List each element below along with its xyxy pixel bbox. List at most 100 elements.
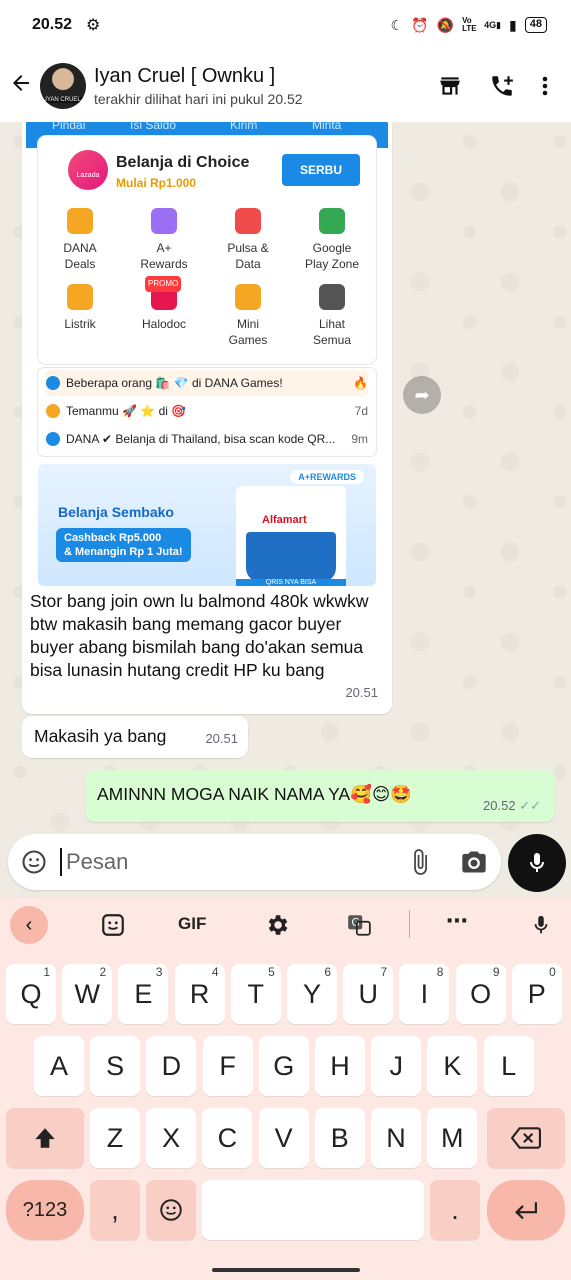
store-icon[interactable] (437, 73, 463, 99)
key-r[interactable]: R4 (174, 964, 225, 1024)
backspace-key[interactable] (487, 1108, 565, 1168)
input-bar (0, 832, 571, 894)
key-c[interactable]: C (202, 1108, 253, 1168)
message-input[interactable] (60, 848, 380, 876)
service-label: Deals (64, 257, 96, 271)
contact-name: Iyan Cruel [ Ownku ] (94, 65, 276, 87)
service-item: Listrik (38, 284, 122, 348)
key-a[interactable]: A (34, 1036, 84, 1096)
chat-area[interactable]: Pindai Isi Saldo Kirim Minta Lazada CHOI… (0, 122, 571, 832)
emoji-key[interactable] (146, 1180, 196, 1240)
backspace-icon (510, 1127, 541, 1149)
incoming-message[interactable]: Makasih ya bang 20.51 (22, 716, 248, 758)
contact-info[interactable]: Iyan Cruel [ Ownku ] terakhir dilihat ha… (94, 65, 437, 107)
camera-icon[interactable] (460, 848, 488, 881)
more-vert-icon[interactable] (541, 73, 549, 99)
key-l[interactable]: L (483, 1036, 534, 1096)
signal-icon: 4G▮ (484, 19, 502, 30)
keyboard: ‹ GIF G ⋯ Q1W2E3R4T5Y6U7I8O9P0ASDFGHJKLZ… (0, 898, 571, 1280)
key-b[interactable]: B (314, 1108, 365, 1168)
sembako-banner: A+REWARDS Belanja Sembako Cashback Rp5.0… (38, 464, 376, 586)
key-t[interactable]: T5 (230, 964, 281, 1024)
forward-icon[interactable]: ➦ (403, 376, 441, 414)
key-x[interactable]: X (146, 1108, 197, 1168)
key-k[interactable]: K (427, 1036, 478, 1096)
key-v[interactable]: V (258, 1108, 309, 1168)
service-item: DANA Deals (38, 208, 122, 272)
clock: 20.52 (32, 16, 73, 33)
back-arrow-icon[interactable] (2, 71, 40, 102)
service-label: Halodoc (141, 317, 187, 331)
key-s[interactable]: S (90, 1036, 141, 1096)
service-item: Mini Games (206, 284, 290, 348)
sticker-keyboard-icon[interactable] (100, 912, 126, 943)
add-call-icon[interactable] (489, 73, 515, 99)
space-key[interactable] (202, 1180, 424, 1240)
home-indicator (212, 1268, 360, 1272)
avatar[interactable] (40, 63, 86, 109)
toolbar-divider (409, 910, 410, 938)
shift-icon (35, 1128, 55, 1148)
status-bar: 20.52 ⚙ ☾ ⏰ 🔕 Vo LTE 4G▮ ▮ 48 (0, 0, 571, 50)
key-j[interactable]: J (371, 1036, 422, 1096)
image-message-bubble[interactable]: Pindai Isi Saldo Kirim Minta Lazada CHOI… (22, 122, 392, 714)
key-u[interactable]: U7 (343, 964, 394, 1024)
service-icon (67, 208, 93, 234)
keyboard-toolbar: ‹ GIF G ⋯ (0, 898, 571, 952)
enter-key[interactable] (487, 1180, 565, 1240)
key-h[interactable]: H (315, 1036, 365, 1096)
key-y[interactable]: Y6 (287, 964, 337, 1024)
symbols-key[interactable]: ?123 (6, 1180, 84, 1240)
translate-icon[interactable]: G (346, 912, 372, 943)
outgoing-message[interactable]: AMINNN MOGA NAIK NAMA YA🥰😊🤩 20.52 ✓✓ (85, 770, 555, 822)
settings-gear-icon[interactable] (264, 912, 290, 943)
voice-record-button[interactable] (508, 834, 566, 892)
attach-icon[interactable] (406, 848, 434, 881)
key-m[interactable]: M (427, 1108, 478, 1168)
key-z[interactable]: Z (90, 1108, 140, 1168)
dana-screenshot-image[interactable]: Pindai Isi Saldo Kirim Minta Lazada CHOI… (26, 122, 388, 586)
key-d[interactable]: D (146, 1036, 197, 1096)
basket-icon (246, 532, 336, 582)
service-icon (235, 284, 261, 310)
service-label: Google (312, 241, 352, 255)
notification-list: Beberapa orang 🛍️ 💎 di DANA Games! 🔥 Tem… (38, 368, 376, 456)
key-q[interactable]: Q1 (6, 964, 56, 1024)
caption-text: Stor bang join own lu balmond 480k wkwkw… (30, 590, 382, 700)
volte-label: Vo LTE (462, 16, 477, 33)
more-horiz-icon[interactable]: ⋯ (446, 908, 468, 934)
key-e[interactable]: E3 (118, 964, 169, 1024)
key-w[interactable]: W2 (62, 964, 113, 1024)
a-rewards-tag: A+REWARDS (290, 470, 364, 484)
key-p[interactable]: P0 (511, 964, 562, 1024)
alarm-icon: ⏰ (411, 16, 429, 33)
key-f[interactable]: F (202, 1036, 253, 1096)
promo-subtitle: Mulai Rp1.000 (116, 176, 197, 190)
message-composer (8, 834, 501, 890)
key-g[interactable]: G (258, 1036, 309, 1096)
key-o[interactable]: O9 (455, 964, 506, 1024)
notification-item: DANA ✔ Belanja di Thailand, bisa scan ko… (46, 426, 368, 452)
friend-avatar-icon (46, 404, 60, 418)
keyboard-mic-icon[interactable] (530, 912, 552, 943)
comma-key[interactable]: , (90, 1180, 140, 1240)
promo-badge: PROMO (145, 276, 182, 292)
shift-key[interactable] (6, 1108, 84, 1168)
chevron-left-icon[interactable]: ‹ (10, 906, 48, 944)
notification-item: Temanmu 🚀 ⭐ di 🎯 7d (46, 398, 368, 424)
period-key[interactable]: . (430, 1180, 480, 1240)
sticker-icon[interactable] (20, 848, 48, 881)
read-ticks-icon: ✓✓ (519, 798, 541, 813)
service-label: Semua (312, 333, 352, 347)
dana-games-icon (46, 376, 60, 390)
gif-button[interactable]: GIF (178, 914, 206, 934)
lazada-logo: Lazada CHOICE (68, 150, 108, 231)
service-label: Data (235, 257, 261, 271)
lazada-promo-card: Lazada CHOICE Belanja di Choice Mulai Rp… (38, 136, 376, 364)
alfamart-logo: Alfamart (262, 514, 307, 526)
service-icon (319, 208, 345, 234)
service-label: Play Zone (304, 257, 360, 271)
key-n[interactable]: N (371, 1108, 421, 1168)
key-i[interactable]: I8 (399, 964, 450, 1024)
service-label: A+ (156, 241, 172, 255)
